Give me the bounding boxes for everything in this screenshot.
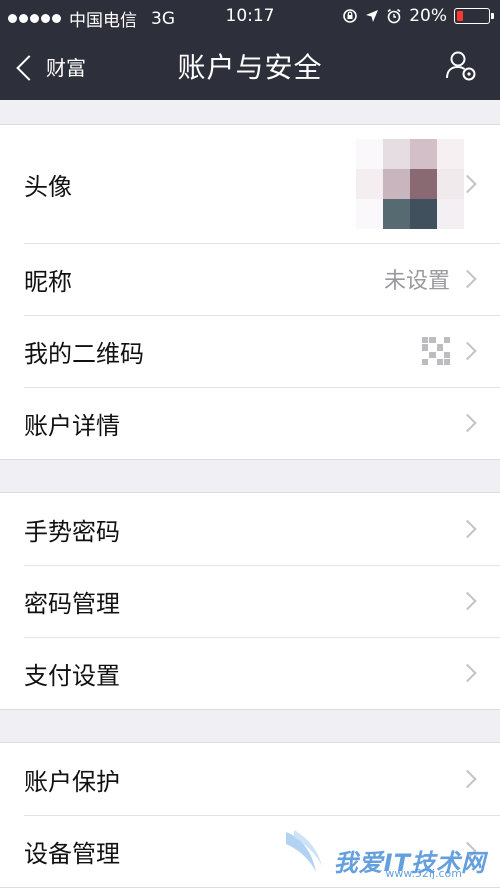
battery-fill	[457, 11, 463, 21]
chevron-right-icon	[458, 663, 477, 683]
row-label: 设备管理	[24, 839, 120, 868]
settings-group-security: 手势密码 密码管理 支付设置	[0, 492, 500, 710]
row-label: 头像	[24, 172, 72, 201]
row-label: 手势密码	[24, 517, 120, 546]
row-label: 支付设置	[24, 661, 120, 690]
chevron-right-icon	[458, 769, 477, 789]
navigation-bar: 财富 账户与安全	[0, 34, 500, 100]
row-label: 昵称	[24, 267, 72, 296]
battery-icon	[454, 8, 494, 24]
avatar	[356, 139, 464, 229]
row-password-management[interactable]: 密码管理	[0, 565, 500, 637]
chevron-right-icon	[458, 519, 477, 539]
row-my-qrcode[interactable]: 我的二维码	[0, 315, 500, 387]
settings-group-profile: 头像 昵称 未设置 我的二维码 账户详情	[0, 124, 500, 460]
rotation-lock-icon	[343, 9, 358, 23]
nickname-value: 未设置	[383, 269, 450, 294]
row-account-protection[interactable]: 账户保护	[0, 743, 500, 815]
row-gesture-password[interactable]: 手势密码	[0, 493, 500, 565]
user-settings-icon	[446, 51, 476, 81]
battery-percent: 20%	[409, 6, 447, 26]
watermark: 我爱IT技术网 www.52ij.com	[282, 828, 486, 880]
row-payment-settings[interactable]: 支付设置	[0, 637, 500, 709]
watermark-wings-icon	[285, 830, 322, 872]
top-header: 中国电信 3G 10:17 20% 财富 账户与安全	[0, 0, 500, 100]
row-label: 我的二维码	[24, 339, 144, 368]
alarm-clock-icon	[387, 8, 401, 24]
row-avatar[interactable]: 头像	[0, 125, 500, 243]
location-arrow-icon	[366, 10, 379, 22]
qr-code-icon	[422, 337, 450, 365]
settings-list: 头像 昵称 未设置 我的二维码 账户详情 手势密码 密码管理 支付设置 账户保护…	[0, 100, 500, 888]
row-account-details[interactable]: 账户详情	[0, 387, 500, 459]
chevron-right-icon	[458, 591, 477, 611]
row-nickname[interactable]: 昵称 未设置	[0, 243, 500, 315]
page-title: 账户与安全	[177, 51, 323, 84]
row-label: 账户详情	[24, 411, 120, 440]
user-settings-button[interactable]	[444, 48, 478, 86]
chevron-right-icon	[458, 269, 477, 289]
chevron-right-icon	[458, 341, 477, 361]
watermark-url: www.52ij.com	[385, 867, 462, 880]
row-label: 密码管理	[24, 589, 120, 618]
chevron-right-icon	[458, 413, 477, 433]
row-label: 账户保护	[24, 767, 120, 796]
status-bar: 中国电信 3G 10:17 20%	[0, 0, 500, 34]
